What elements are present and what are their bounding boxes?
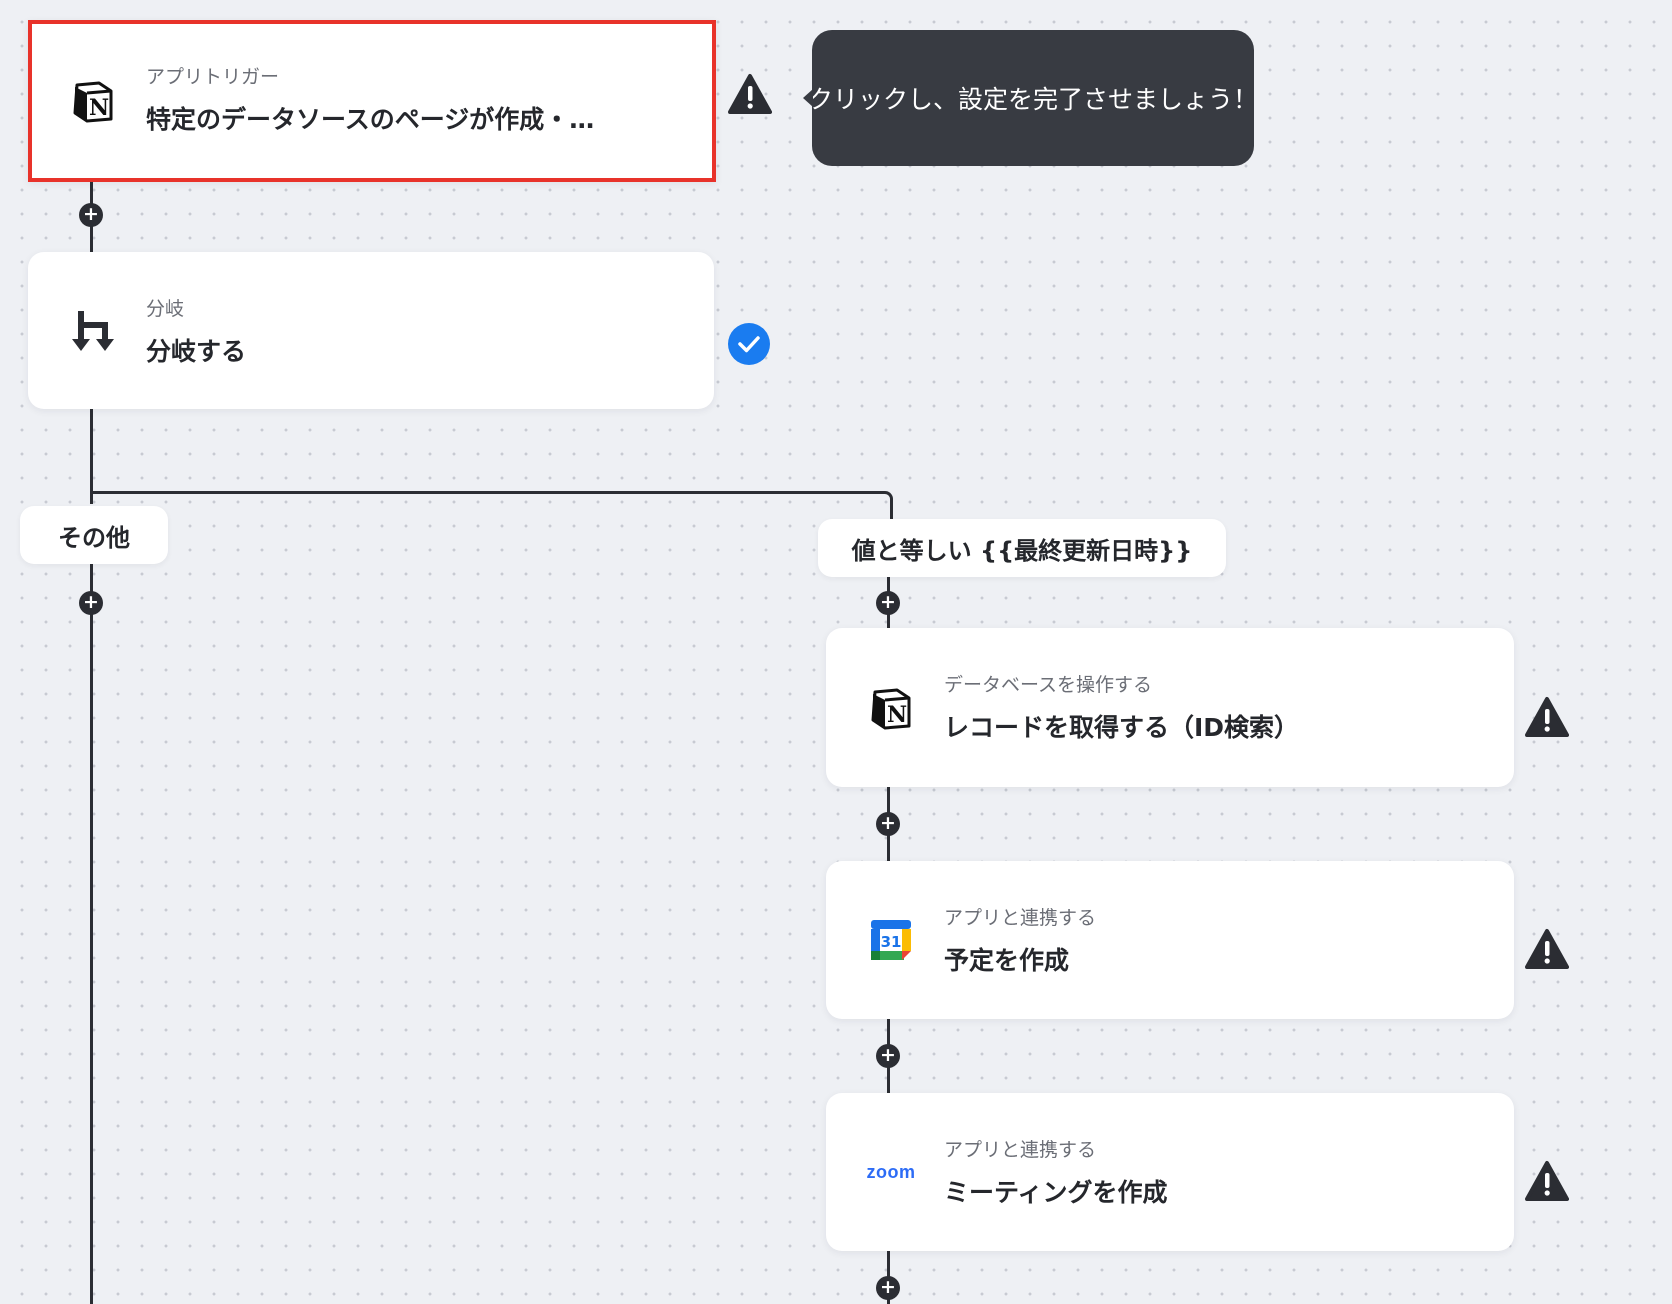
branch-title: 分岐する	[146, 337, 247, 366]
step-subtitle: データベースを操作する	[944, 674, 1153, 696]
notion-icon: N	[68, 76, 118, 126]
check-icon	[728, 323, 770, 365]
setup-tooltip: クリックし、設定を完了させましょう！	[803, 30, 1258, 166]
branch-label-condition[interactable]: 値と等しい {{最終更新日時}}	[818, 519, 1226, 577]
trigger-card[interactable]: N アプリトリガー 特定のデータソースのページが作成・…	[28, 20, 716, 182]
trigger-subtitle: アプリトリガー	[146, 66, 280, 88]
branch-connector	[90, 491, 893, 524]
svg-text:N: N	[89, 95, 109, 121]
svg-text:N: N	[887, 702, 907, 728]
branch-label-other[interactable]: その他	[20, 506, 168, 564]
zoom-logo-text: zoom	[866, 1161, 916, 1182]
connector-line	[90, 408, 93, 504]
add-step-button[interactable]: +	[876, 1276, 900, 1300]
add-step-button[interactable]: +	[79, 203, 103, 227]
branch-icon	[68, 306, 118, 356]
step-card-notion[interactable]: N データベースを操作する レコードを取得する（ID検索）	[826, 628, 1514, 787]
add-step-button[interactable]: +	[876, 812, 900, 836]
step-title: レコードを取得する（ID検索）	[944, 713, 1300, 742]
calendar-day: 31	[881, 933, 902, 951]
google-calendar-icon: 31	[866, 915, 916, 965]
warning-icon	[1525, 697, 1569, 737]
step-title: ミーティングを作成	[944, 1178, 1168, 1207]
connector-line	[90, 562, 93, 1304]
trigger-title: 特定のデータソースのページが作成・…	[146, 105, 595, 134]
tooltip-text: クリックし、設定を完了させましょう！	[808, 85, 1259, 114]
branch-subtitle: 分岐	[146, 298, 185, 320]
warning-icon	[728, 74, 772, 114]
add-step-button[interactable]: +	[876, 591, 900, 615]
step-card-zoom[interactable]: zoom アプリと連携する ミーティングを作成	[826, 1093, 1514, 1251]
zoom-icon: zoom	[861, 1147, 921, 1197]
branch-card[interactable]: 分岐 分岐する	[28, 252, 714, 409]
add-step-button[interactable]: +	[79, 591, 103, 615]
step-subtitle: アプリと連携する	[944, 907, 1097, 929]
step-subtitle: アプリと連携する	[944, 1139, 1097, 1161]
warning-icon	[1525, 1161, 1569, 1201]
step-title: 予定を作成	[944, 946, 1070, 975]
warning-icon	[1525, 929, 1569, 969]
add-step-button[interactable]: +	[876, 1044, 900, 1068]
notion-icon: N	[866, 683, 916, 733]
step-card-google-calendar[interactable]: 31 アプリと連携する 予定を作成	[826, 861, 1514, 1019]
